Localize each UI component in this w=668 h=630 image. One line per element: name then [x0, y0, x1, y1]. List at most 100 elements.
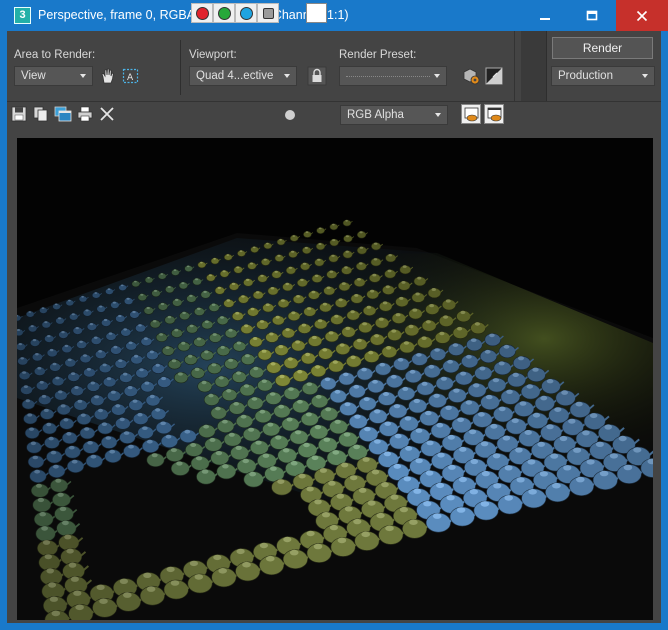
teapot-lid	[153, 289, 158, 292]
pan-hand-button[interactable]	[98, 66, 118, 86]
teapot-lid	[429, 304, 434, 308]
teapot-lid	[41, 307, 45, 310]
alpha-channel-toggle[interactable]	[257, 3, 279, 23]
panel-divider	[546, 31, 547, 101]
teapot-lid	[526, 384, 534, 389]
teapot-lid	[345, 250, 349, 253]
teapot-lid	[233, 402, 239, 406]
teapot-lid	[358, 487, 367, 493]
teapot-lid	[165, 346, 170, 349]
teapot-lid	[303, 442, 310, 448]
teapot-lid	[537, 441, 545, 447]
teapot-lid	[41, 394, 47, 398]
production-dropdown[interactable]: Production	[551, 66, 655, 86]
teapot-lid	[170, 580, 180, 586]
teapot-lid	[325, 407, 332, 412]
lock-viewport-button[interactable]	[307, 66, 327, 86]
teapot-lid	[573, 447, 582, 453]
toggle-ui-button[interactable]	[484, 104, 504, 124]
teapot-lid	[30, 325, 34, 328]
teapot-lid	[371, 469, 380, 475]
teapot-lid	[17, 329, 21, 331]
teapot-lid	[415, 428, 423, 433]
render-preset-dropdown[interactable]	[339, 66, 447, 86]
teapot-lid	[242, 458, 249, 464]
rendered-image-canvas[interactable]	[17, 138, 653, 620]
teapot-lid	[390, 374, 397, 379]
blue-channel-toggle[interactable]	[235, 3, 257, 23]
clone-frame-window-button[interactable]	[54, 105, 74, 125]
teapot-lid	[70, 576, 79, 582]
teapot-lid	[189, 560, 198, 567]
teapot-lid	[195, 456, 203, 461]
teapot-lid	[58, 390, 63, 394]
teapot-lid	[311, 455, 319, 461]
render-setup-button[interactable]	[461, 66, 481, 86]
teapot-lid	[350, 475, 358, 481]
teapot-lid	[282, 448, 290, 453]
teapot-lid	[436, 422, 444, 428]
display-channel-dropdown[interactable]: RGB Alpha	[340, 105, 448, 125]
minimize-button[interactable]	[522, 0, 568, 31]
teapot-lid	[292, 235, 296, 237]
clear-image-button[interactable]	[98, 105, 118, 125]
teapot-lid	[511, 418, 519, 424]
teapot-lid	[144, 381, 150, 385]
background-color-swatch[interactable]	[306, 3, 327, 23]
print-image-button[interactable]	[76, 105, 96, 125]
title-bar[interactable]: 3 Perspective, frame 0, RGBA Color 16 Bi…	[0, 0, 668, 31]
teapot-lid	[546, 424, 554, 430]
teapot-lid	[368, 350, 374, 355]
viewport-dropdown[interactable]: Quad 4...ective	[189, 66, 297, 86]
render-button[interactable]: Render	[552, 37, 653, 59]
teapot-lid	[550, 453, 559, 459]
teapot-lid	[318, 227, 322, 230]
teapot-lid	[447, 359, 453, 364]
green-channel-toggle[interactable]	[213, 3, 235, 23]
teapot-lid	[160, 302, 165, 306]
teapot-lid	[241, 295, 245, 298]
app-3dsmax-icon: 3	[14, 7, 31, 24]
teapot-lid	[270, 466, 277, 471]
area-to-render-dropdown[interactable]: View	[14, 66, 93, 86]
save-image-button[interactable]	[10, 105, 30, 125]
teapot-lid	[67, 358, 72, 362]
teapot-lid	[457, 417, 464, 423]
red-channel-toggle[interactable]	[191, 3, 213, 23]
monochrome-toggle-icon[interactable]	[285, 110, 295, 120]
teapot-lid	[559, 435, 568, 442]
production-value: Production	[558, 70, 613, 82]
teapot-lid	[146, 306, 150, 310]
maximize-button[interactable]	[569, 0, 615, 31]
teapot-lid	[359, 246, 364, 249]
environment-effects-button[interactable]	[484, 66, 504, 86]
teapot-lid	[203, 424, 210, 429]
teapot-lid	[356, 338, 362, 343]
teapot-lid	[480, 501, 490, 507]
teapot-lid	[297, 399, 303, 404]
teapot-lid	[395, 313, 401, 317]
teapot-lid	[182, 311, 186, 315]
copy-image-button[interactable]	[32, 105, 52, 125]
teapot-lid	[317, 319, 323, 323]
teapot-lid	[48, 436, 54, 441]
toggle-ui-overlay-button[interactable]	[461, 104, 481, 124]
teapot-lid	[448, 464, 456, 470]
teapot-lid	[314, 499, 322, 505]
teapot-lid	[228, 328, 233, 332]
teapot-lid	[386, 346, 392, 350]
region-select-button[interactable]: A	[121, 66, 141, 86]
teapot-lid	[289, 549, 299, 556]
teapot-lid	[204, 350, 209, 354]
close-window-button[interactable]	[616, 0, 668, 31]
teapot-lid	[231, 282, 236, 285]
teapot-lid	[382, 301, 388, 305]
teapot-lid	[413, 488, 422, 494]
teapot-lid	[64, 534, 72, 540]
teapot-lid	[143, 572, 152, 578]
teapot-lid	[314, 274, 319, 277]
teapot-lid	[62, 520, 69, 526]
teapot-lid	[372, 273, 377, 277]
teapot-lid	[128, 341, 133, 345]
teapot-lid	[98, 350, 103, 353]
